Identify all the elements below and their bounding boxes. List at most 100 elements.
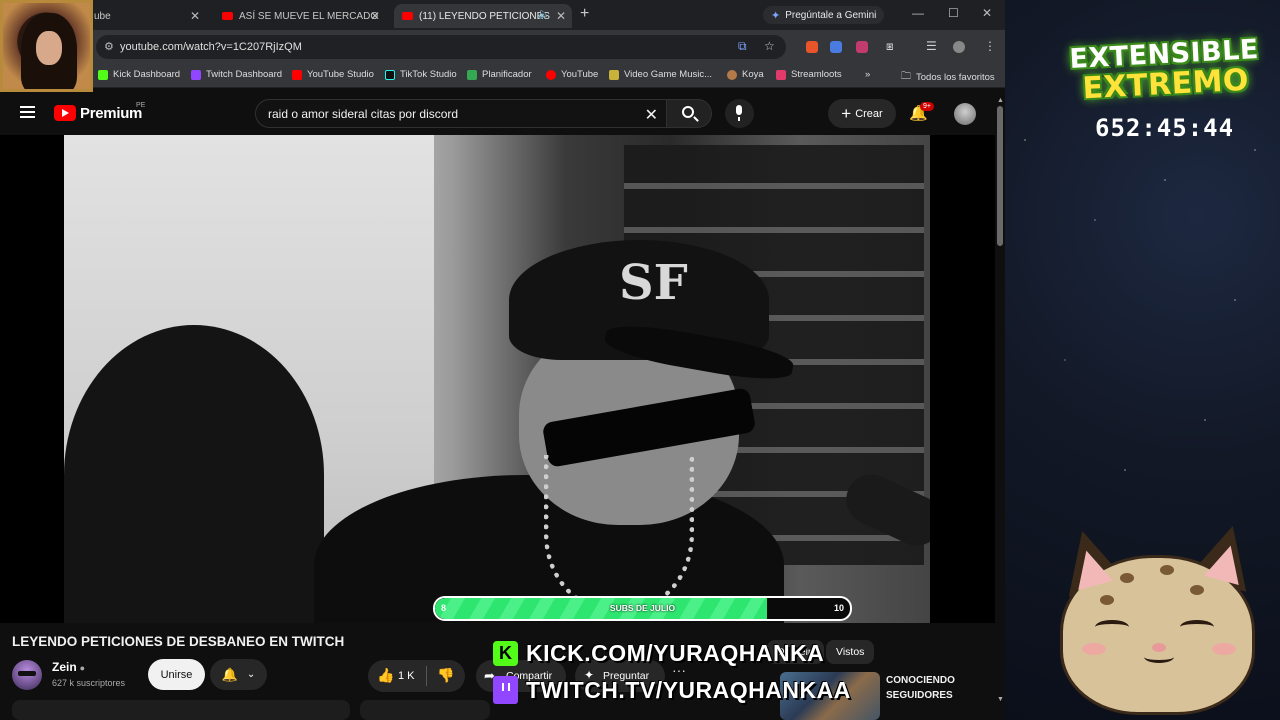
video-title: LEYENDO PETICIONES DE DESBANEO EN TWITCH xyxy=(12,634,345,649)
cat-blush-right xyxy=(1212,643,1236,655)
profile-avatar-icon[interactable] xyxy=(953,41,965,53)
search-button[interactable] xyxy=(666,99,712,128)
bookmark-label: YouTube xyxy=(561,69,599,80)
comments-card[interactable] xyxy=(360,700,490,720)
video-chair xyxy=(64,325,324,623)
webcam-face xyxy=(36,31,62,65)
bookmark-tiktok-studio[interactable]: TikTok Studio xyxy=(385,69,457,80)
thumbs-up-icon[interactable]: 👍 xyxy=(377,667,394,684)
bookmark-youtube[interactable]: YouTube xyxy=(546,69,598,80)
window-close-icon[interactable]: ✕ xyxy=(982,6,992,20)
bookmark-label: Kick Dashboard xyxy=(113,69,181,80)
scroll-up-icon[interactable]: ▲ xyxy=(997,97,1004,104)
search-query: raid o amor sideral citas por discord xyxy=(268,107,459,121)
cast-icon[interactable]: ⧉ xyxy=(738,39,747,54)
join-button[interactable]: Unirse xyxy=(148,659,205,690)
cat-blush-left xyxy=(1082,643,1106,655)
subs-goal-target: 10 xyxy=(833,603,844,613)
kick-logo-icon: K xyxy=(493,641,518,666)
cat-eye-right xyxy=(1180,620,1214,634)
scrollbar-thumb[interactable] xyxy=(997,106,1003,246)
tab-title: ube xyxy=(94,10,111,22)
music-icon xyxy=(609,69,619,80)
youtube-favicon-icon xyxy=(222,12,233,20)
all-favorites-folder[interactable]: 🗀 Todos los favoritos xyxy=(901,69,995,86)
chip-vistos[interactable]: Vistos xyxy=(826,640,875,664)
url-text: youtube.com/watch?v=1C207RjIzQM xyxy=(120,41,302,53)
cat-spot xyxy=(1160,565,1174,575)
bookmark-streamloots[interactable]: Streamloots xyxy=(776,69,842,80)
minimize-icon[interactable]: — xyxy=(912,6,924,20)
bookmark-label: Planificador xyxy=(482,69,532,80)
search-icon xyxy=(682,106,694,118)
subscriber-count: 627 k suscriptores xyxy=(52,678,126,688)
notification-badge: 9+ xyxy=(920,102,934,111)
tab-title: ASÍ SE MUEVE EL MERCADO xyxy=(239,10,379,22)
maximize-icon[interactable]: ☐ xyxy=(948,6,959,20)
channel-name[interactable]: Zein ● xyxy=(52,660,85,674)
page-scrollbar[interactable]: ▲ ▼ xyxy=(995,92,1005,720)
new-tab-icon[interactable]: + xyxy=(580,5,589,23)
close-icon[interactable]: ✕ xyxy=(370,9,380,23)
subs-goal-label: SUBS DE JULIO xyxy=(609,603,676,613)
extension-icon[interactable] xyxy=(806,41,818,53)
search-input[interactable]: raid o amor sideral citas por discord ✕ xyxy=(255,99,667,128)
browser-window: ube ✕ ASÍ SE MUEVE EL MERCADO ✕ (11) LEY… xyxy=(0,0,1005,720)
bookmark-video-game-music[interactable]: Video Game Music... xyxy=(609,69,712,80)
subscription-bell-button[interactable]: 🔔 ⌄ xyxy=(210,659,267,690)
bookmark-twitch-dashboard[interactable]: Twitch Dashboard xyxy=(191,69,282,80)
channel-name-text: Zein xyxy=(52,660,77,674)
extension-icon[interactable] xyxy=(856,41,868,53)
kick-overlay: K KICK.COM/YURAQHANKA xyxy=(493,640,824,667)
cat-spot xyxy=(1100,595,1114,605)
create-button[interactable]: + Crear xyxy=(828,99,896,128)
twitch-url: TWITCH.TV/YURAQHANKAA xyxy=(526,676,851,703)
voice-search-icon[interactable] xyxy=(725,99,754,128)
site-info-icon[interactable]: ⚙ xyxy=(104,40,114,53)
thumbs-down-icon[interactable]: 👎 xyxy=(437,667,454,684)
video-person-chain xyxy=(544,455,694,615)
tab-title: (11) LEYENDO PETICIONES xyxy=(419,10,550,22)
url-field[interactable]: ⚙ youtube.com/watch?v=1C207RjIzQM xyxy=(96,35,786,59)
bookmark-planificador[interactable]: Planificador xyxy=(467,69,532,80)
close-icon[interactable]: ✕ xyxy=(190,9,200,23)
menu-icon[interactable] xyxy=(20,106,35,118)
planner-icon xyxy=(467,69,477,80)
chevron-down-icon: ⌄ xyxy=(246,669,256,680)
tab-youtube[interactable]: ube ✕ xyxy=(86,4,206,28)
youtube-logo-icon[interactable] xyxy=(54,105,76,121)
description-card[interactable] xyxy=(12,700,350,720)
video-player[interactable]: SF xyxy=(0,135,995,623)
subs-goal-bar: 8 SUBS DE JULIO 10 xyxy=(433,596,852,621)
reading-list-icon[interactable]: ☰ xyxy=(926,39,937,53)
bookmark-koya[interactable]: Koya xyxy=(727,69,764,80)
bookmark-kick-dashboard[interactable]: Kick Dashboard xyxy=(98,69,180,80)
tab-mercado[interactable]: ASÍ SE MUEVE EL MERCADO ✕ xyxy=(214,4,386,28)
gemini-icon: ✦ xyxy=(771,9,781,22)
tab-leyendo-peticiones[interactable]: (11) LEYENDO PETICIONES 🔈 ✕ xyxy=(394,4,572,28)
more-bookmarks-label: » xyxy=(865,69,871,80)
speaker-icon[interactable]: 🔈 xyxy=(538,9,550,20)
bookmark-label: TikTok Studio xyxy=(400,69,457,80)
extensions-puzzle-icon[interactable]: ⧆ xyxy=(886,39,894,54)
cat-eye-left xyxy=(1095,620,1129,634)
suggested-video-title[interactable]: CONOCIENDO SEGUIDORES xyxy=(886,673,986,703)
folder-icon: 🗀 xyxy=(901,71,911,82)
clear-search-icon[interactable]: ✕ xyxy=(645,105,658,125)
cap-logo-icon: SF xyxy=(619,255,688,311)
bookmark-youtube-studio[interactable]: YouTube Studio xyxy=(292,69,374,80)
translate-extension-icon[interactable] xyxy=(830,41,842,53)
scroll-down-icon[interactable]: ▼ xyxy=(997,696,1004,703)
video-frame: SF xyxy=(64,135,930,623)
bell-icon: 🔔 xyxy=(221,666,238,682)
user-avatar[interactable] xyxy=(954,103,976,125)
menu-kebab-icon[interactable]: ⋮ xyxy=(984,39,996,53)
tab-strip: ube ✕ ASÍ SE MUEVE EL MERCADO ✕ (11) LEY… xyxy=(0,0,1005,30)
close-icon[interactable]: ✕ xyxy=(556,9,566,23)
more-bookmarks-button[interactable]: » xyxy=(865,69,870,80)
event-title: EXTENSIBLE EXTREMO xyxy=(1049,34,1280,106)
channel-avatar[interactable] xyxy=(12,660,42,690)
gemini-button[interactable]: ✦ Pregúntale a Gemini xyxy=(763,6,885,24)
youtube-premium-wordmark[interactable]: Premium xyxy=(80,105,142,122)
bookmark-star-icon[interactable]: ☆ xyxy=(764,39,775,53)
